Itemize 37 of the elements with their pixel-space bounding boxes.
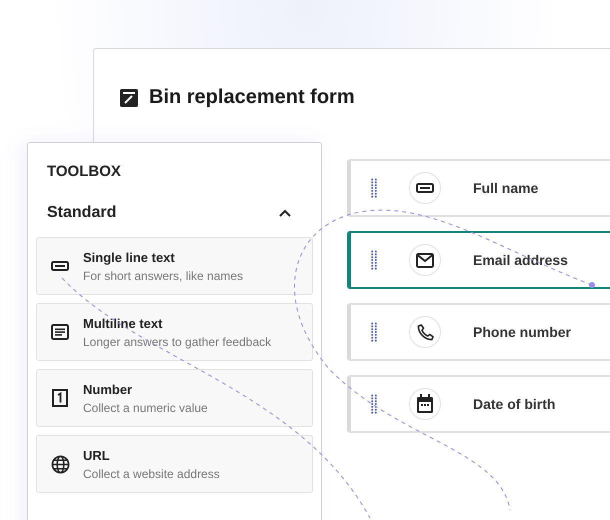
calendar-icon (416, 394, 434, 414)
field-label: Full name (473, 180, 538, 196)
toolbox-item[interactable]: Number Collect a numeric value (36, 369, 313, 427)
item-title: Number (83, 382, 134, 396)
form-field[interactable]: Date of birth (347, 375, 610, 433)
item-description: Collect a numeric value (83, 400, 208, 414)
field-label: Date of birth (473, 396, 556, 412)
form-icon (120, 88, 138, 106)
toolbox-title: TOOLBOX (46, 162, 122, 180)
drag-handle-icon[interactable] (371, 178, 377, 198)
field-label: Email address (473, 252, 568, 268)
number-icon (52, 389, 68, 407)
form-title: Bin replacement form (149, 86, 355, 109)
item-title: Single line text (83, 250, 176, 264)
field-label: Phone number (473, 324, 572, 340)
drag-handle-icon[interactable] (371, 250, 377, 270)
envelope-icon (416, 252, 434, 268)
toolbox-item[interactable]: Multiline text Longer answers to gather feedback (36, 303, 313, 361)
section-title: Standard (47, 204, 116, 222)
toolbox-item[interactable]: URL Collect a website address (36, 435, 313, 493)
chevron-icon[interactable] (279, 209, 291, 217)
drag-handle-icon[interactable] (371, 394, 377, 414)
form-field[interactable]: Email address (347, 231, 610, 289)
text-field-icon (416, 183, 434, 193)
item-title: Multiline text (83, 316, 164, 330)
toolbox-item[interactable]: Single line text For short answers, like names (36, 237, 313, 295)
paragraph-icon (51, 324, 69, 340)
form-field[interactable]: Full name (347, 159, 610, 217)
item-description: For short answers, like names (83, 268, 244, 282)
phone-icon (416, 322, 434, 342)
item-title: URL (83, 448, 111, 462)
globe-icon (50, 454, 70, 474)
text-field-icon (51, 261, 69, 271)
form-field[interactable]: Phone number (347, 303, 610, 361)
item-description: Collect a website address (83, 466, 220, 480)
drag-handle-icon[interactable] (371, 322, 377, 342)
item-description: Longer answers to gather feedback (83, 334, 272, 348)
